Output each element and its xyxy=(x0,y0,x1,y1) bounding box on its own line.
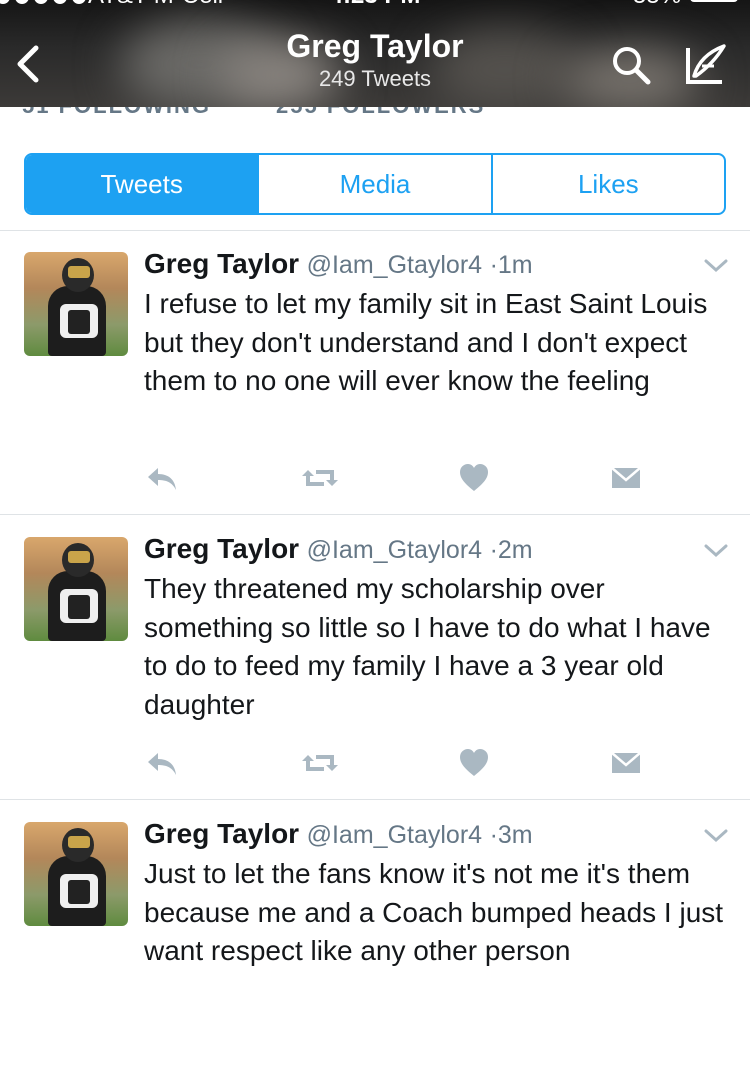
avatar[interactable] xyxy=(24,537,128,641)
profile-header: AT&T M-Cell ▾ 4:23 PM 55% Greg Taylor 24… xyxy=(0,0,750,107)
tweet-options-button[interactable] xyxy=(704,543,728,559)
chevron-down-icon xyxy=(704,829,728,843)
status-bar: AT&T M-Cell ▾ 4:23 PM 55% xyxy=(0,0,750,12)
chevron-down-icon xyxy=(704,259,728,273)
tweet-timestamp: 3m xyxy=(497,821,533,849)
reply-button[interactable] xyxy=(144,458,178,498)
tab-likes[interactable]: Likes xyxy=(490,155,724,213)
search-button[interactable] xyxy=(610,44,652,86)
heart-icon xyxy=(460,749,488,776)
tweet-item[interactable]: Greg Taylor @Iam_Gtaylor4 ·2m They threa… xyxy=(0,515,750,800)
meta-separator: · xyxy=(489,821,498,849)
meta-separator: · xyxy=(489,251,498,279)
followers-count[interactable]: 255 FOLLOWERS xyxy=(276,107,485,119)
battery-percentage: 55% xyxy=(633,0,681,10)
retweet-button[interactable] xyxy=(300,743,340,783)
tweet-options-button[interactable] xyxy=(704,258,728,274)
direct-message-button[interactable] xyxy=(610,743,642,783)
tweet-author-name[interactable]: Greg Taylor xyxy=(144,818,299,849)
search-icon xyxy=(613,47,651,85)
tweet-options-button[interactable] xyxy=(704,828,728,844)
tweet-actions xyxy=(144,743,654,783)
profile-stats-peek: 51 FOLLOWING 255 FOLLOWERS xyxy=(0,107,750,119)
envelope-icon xyxy=(611,752,641,773)
battery-icon xyxy=(690,0,738,2)
tweet-timestamp: 2m xyxy=(497,536,533,564)
following-count[interactable]: 51 FOLLOWING xyxy=(22,107,211,119)
heart-icon xyxy=(460,464,488,491)
chevron-down-icon xyxy=(704,544,728,558)
avatar[interactable] xyxy=(24,252,128,356)
tweet-header: Greg Taylor @Iam_Gtaylor4 ·2m xyxy=(144,533,704,569)
tweet-handle[interactable]: @Iam_Gtaylor4 xyxy=(307,251,482,279)
reply-icon xyxy=(148,753,176,775)
compose-tweet-button[interactable] xyxy=(684,42,728,86)
tweet-text: They threatened my scholarship over some… xyxy=(144,573,711,720)
avatar[interactable] xyxy=(24,822,128,926)
tweet-text: I refuse to let my family sit in East Sa… xyxy=(144,288,708,396)
meta-separator: · xyxy=(489,536,498,564)
tweet-handle[interactable]: @Iam_Gtaylor4 xyxy=(307,536,482,564)
tweet-author-name[interactable]: Greg Taylor xyxy=(144,248,299,279)
tweet-header: Greg Taylor @Iam_Gtaylor4 ·1m xyxy=(144,248,704,284)
profile-tabs: Tweets Media Likes xyxy=(24,153,726,215)
tweet-timestamp: 1m xyxy=(497,251,533,279)
reply-button[interactable] xyxy=(144,743,178,783)
like-button[interactable] xyxy=(458,458,490,498)
retweet-icon xyxy=(302,755,338,771)
direct-message-button[interactable] xyxy=(610,458,642,498)
tweet-item[interactable]: Greg Taylor @Iam_Gtaylor4 ·1m I refuse t… xyxy=(0,230,750,515)
tweet-text: Just to let the fans know it's not me it… xyxy=(144,858,724,966)
tab-media[interactable]: Media xyxy=(257,155,490,213)
tab-tweets[interactable]: Tweets xyxy=(26,155,258,213)
reply-icon xyxy=(148,468,176,490)
tweet-author-name[interactable]: Greg Taylor xyxy=(144,533,299,564)
tweet-item[interactable]: Greg Taylor @Iam_Gtaylor4 ·3m Just to le… xyxy=(0,800,750,1085)
envelope-icon xyxy=(611,467,641,488)
tweet-handle[interactable]: @Iam_Gtaylor4 xyxy=(307,821,482,849)
like-button[interactable] xyxy=(458,743,490,783)
tweet-actions xyxy=(144,458,654,498)
retweet-icon xyxy=(302,470,338,486)
tweet-header: Greg Taylor @Iam_Gtaylor4 ·3m xyxy=(144,818,704,854)
retweet-button[interactable] xyxy=(300,458,340,498)
compose-tweet-icon xyxy=(686,44,726,84)
